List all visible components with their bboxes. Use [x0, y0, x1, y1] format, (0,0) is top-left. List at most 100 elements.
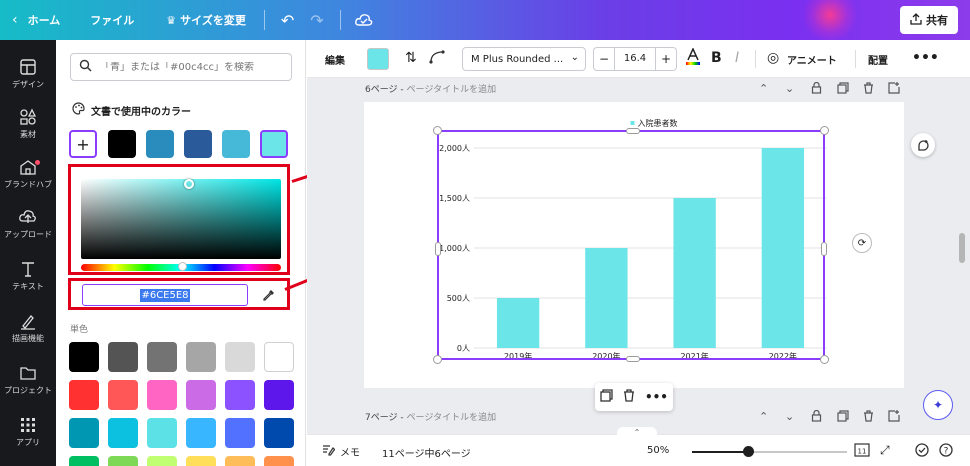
rail-item-text[interactable]: テキスト	[0, 250, 56, 302]
chevron-up-icon[interactable]: ⌃	[759, 82, 768, 95]
color-search[interactable]	[70, 53, 292, 81]
home-button[interactable]: ‹ ホーム	[0, 0, 60, 40]
color-swatch[interactable]	[69, 456, 99, 466]
fill-color-button[interactable]	[367, 48, 389, 70]
resize-handle[interactable]	[820, 126, 829, 135]
lock-icon[interactable]	[811, 409, 822, 425]
more-icon[interactable]: •••	[912, 50, 939, 66]
next-page-title[interactable]: 7ページ - ページタイトルを追加	[365, 410, 496, 423]
duplicate-icon[interactable]	[837, 82, 849, 97]
color-swatch[interactable]	[186, 418, 216, 448]
chevron-up-icon[interactable]: ⌃	[617, 427, 657, 437]
color-swatch[interactable]	[222, 130, 250, 158]
fullscreen-icon[interactable]: ⤢	[880, 443, 890, 458]
saturation-value-area[interactable]	[81, 179, 281, 259]
redo-icon[interactable]: ↷	[310, 0, 323, 40]
rotate-icon[interactable]: ⟳	[852, 233, 872, 253]
selection-frame[interactable]	[433, 126, 829, 364]
color-swatch[interactable]	[225, 380, 255, 410]
increase-size-button[interactable]: +	[656, 52, 676, 66]
bold-icon[interactable]: B	[711, 50, 722, 66]
zoom-slider[interactable]	[692, 446, 847, 457]
eyedropper-icon[interactable]	[259, 285, 279, 305]
color-swatch[interactable]	[186, 380, 216, 410]
resize-handle[interactable]	[626, 356, 640, 362]
zoom-value[interactable]: 50%	[647, 445, 669, 456]
chevron-up-icon[interactable]: ⌃	[759, 410, 768, 423]
rail-item-upload[interactable]: アップロード	[0, 198, 56, 250]
color-swatch[interactable]	[264, 456, 294, 466]
rail-item-elements[interactable]: 素材	[0, 98, 56, 150]
duplicate-icon[interactable]	[837, 410, 849, 425]
color-swatch[interactable]	[225, 456, 255, 466]
position-button[interactable]: 配置	[868, 52, 888, 67]
decrease-size-button[interactable]: −	[594, 52, 614, 66]
rail-item-design[interactable]: デザイン	[0, 48, 56, 100]
page-title[interactable]: 6ページ - ページタイトルを追加	[365, 82, 496, 95]
color-swatch[interactable]	[186, 456, 216, 466]
color-swatch[interactable]	[186, 342, 216, 372]
animate-button[interactable]: アニメート	[787, 52, 837, 67]
spacing-icon[interactable]: ⇅	[405, 50, 417, 66]
resize-handle[interactable]	[821, 242, 827, 256]
resize-handle[interactable]	[433, 126, 442, 135]
rail-item-draw[interactable]: 描画機能	[0, 302, 56, 354]
color-swatch[interactable]	[147, 380, 177, 410]
text-color-icon[interactable]	[685, 47, 701, 70]
resize-button[interactable]: ♛ サイズを変更	[166, 0, 246, 40]
notes-button[interactable]: メモ	[322, 444, 360, 459]
curve-icon[interactable]	[429, 50, 445, 68]
color-swatch[interactable]	[264, 342, 294, 372]
color-swatch[interactable]	[146, 130, 174, 158]
color-swatch[interactable]	[69, 380, 99, 410]
color-swatch[interactable]	[108, 342, 138, 372]
hex-input[interactable]: #6CE5E8	[82, 284, 248, 306]
color-swatch[interactable]	[147, 456, 177, 466]
color-picker-handle[interactable]	[184, 179, 194, 189]
color-swatch[interactable]	[264, 380, 294, 410]
animate-icon[interactable]: ◎	[767, 50, 779, 66]
trash-icon[interactable]	[863, 82, 874, 97]
rail-item-apps[interactable]: アプリ	[0, 406, 56, 458]
vertical-scrollbar[interactable]	[959, 233, 965, 263]
lock-icon[interactable]	[811, 81, 822, 97]
share-button[interactable]: 共有	[900, 6, 958, 34]
resize-handle[interactable]	[626, 128, 640, 134]
rail-item-brand-hub[interactable]: ブランドハブ	[0, 148, 56, 200]
color-swatch[interactable]	[108, 418, 138, 448]
trash-icon[interactable]	[623, 389, 635, 405]
grid-view-icon[interactable]: 11	[854, 443, 870, 460]
color-swatch[interactable]	[108, 130, 136, 158]
duplicate-icon[interactable]	[600, 389, 613, 405]
zoom-slider-handle[interactable]	[742, 446, 754, 457]
check-circle-icon[interactable]	[915, 443, 929, 460]
add-page-icon[interactable]	[888, 82, 900, 97]
resize-handle[interactable]	[435, 242, 441, 256]
help-icon[interactable]: ?	[939, 443, 953, 460]
color-swatch[interactable]	[69, 418, 99, 448]
add-page-icon[interactable]	[888, 410, 900, 425]
color-swatch[interactable]	[260, 130, 288, 158]
hue-slider[interactable]	[81, 262, 281, 271]
cloud-save-icon[interactable]	[354, 0, 373, 40]
color-swatch[interactable]	[184, 130, 212, 158]
undo-icon[interactable]: ↶	[281, 0, 294, 40]
font-size-value[interactable]: 16.4	[614, 48, 656, 70]
color-swatch[interactable]	[147, 418, 177, 448]
color-swatch[interactable]	[264, 418, 294, 448]
comment-icon[interactable]	[911, 133, 935, 157]
edit-button[interactable]: 編集	[325, 52, 345, 67]
more-icon[interactable]: •••	[645, 390, 668, 404]
add-color-button[interactable]: +	[69, 130, 97, 158]
color-swatch[interactable]	[225, 418, 255, 448]
hue-slider-handle[interactable]	[178, 262, 187, 271]
italic-icon[interactable]: I	[735, 50, 739, 66]
color-swatch[interactable]	[69, 342, 99, 372]
search-input[interactable]	[100, 61, 290, 73]
trash-icon[interactable]	[863, 410, 874, 425]
rail-item-projects[interactable]: プロジェクト	[0, 354, 56, 406]
font-family-select[interactable]: M Plus Rounded ... ⌄	[462, 47, 586, 71]
color-swatch[interactable]	[147, 342, 177, 372]
file-menu[interactable]: ファイル	[90, 0, 134, 40]
resize-handle[interactable]	[433, 355, 442, 364]
